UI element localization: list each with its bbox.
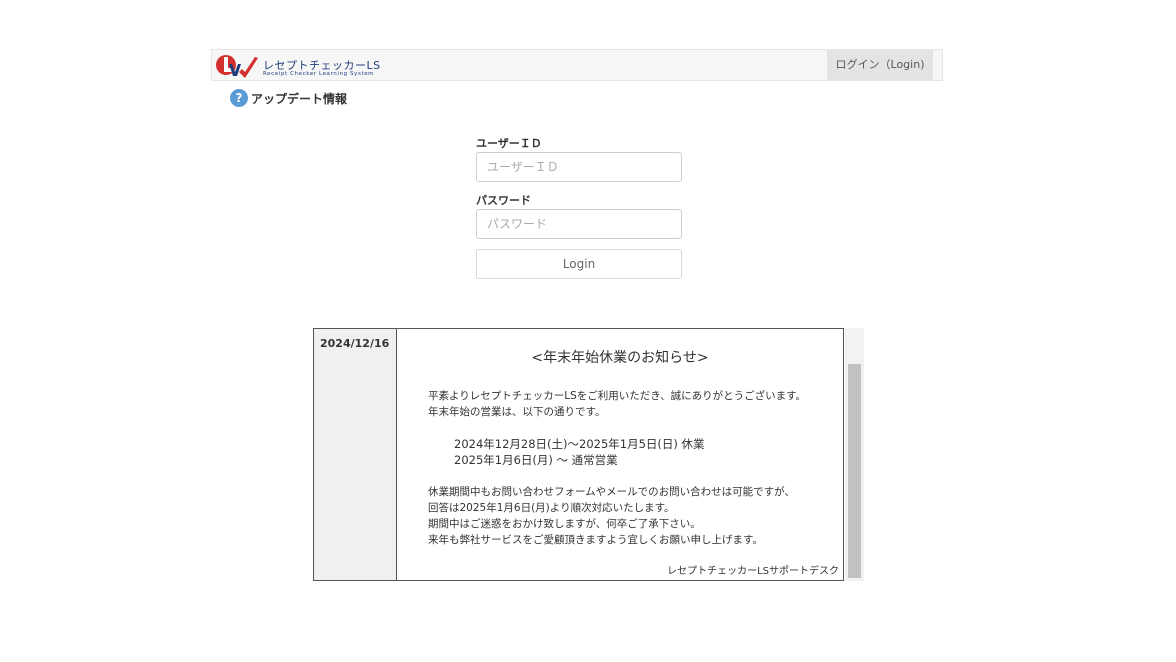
news-title: <年末年始休業のお知らせ> bbox=[531, 350, 709, 366]
logo-subtitle: Receipt Checker Learning System bbox=[263, 71, 375, 77]
update-info-label: アップデート情報 bbox=[251, 91, 348, 106]
news-line: 回答は2025年1月6日(月)より順次対応いたします。 bbox=[428, 502, 675, 514]
user-id-label: ユーザーＩＤ bbox=[476, 137, 542, 150]
scroll-thumb[interactable] bbox=[848, 364, 861, 578]
header-login-link[interactable]: ログイン（Login) bbox=[827, 50, 933, 80]
logo-mark-icon bbox=[216, 55, 258, 78]
news-line bbox=[428, 468, 806, 484]
news-panel: 2024/12/16 <年末年始休業のお知らせ> 平素よりレセプトチェッカーLS… bbox=[313, 328, 844, 581]
login-form: ユーザーＩＤ パスワード Login bbox=[476, 135, 682, 279]
news-body: <年末年始休業のお知らせ> 平素よりレセプトチェッカーLSをご利用いただき、誠に… bbox=[397, 329, 843, 580]
news-line: 2024年12月28日(土)～2025年1月5日(日) 休業 bbox=[454, 437, 705, 451]
update-info-link[interactable]: ? アップデート情報 bbox=[230, 89, 347, 107]
header-bar: レセプトチェッカーLS Receipt Checker Learning Sys… bbox=[211, 49, 943, 81]
news-line bbox=[428, 420, 806, 436]
news-line: 休業期間中もお問い合わせフォームやメールでのお問い合わせは可能ですが、 bbox=[428, 486, 795, 498]
password-input[interactable] bbox=[476, 209, 682, 239]
news-line: 年末年始の営業は、以下の通りです。 bbox=[428, 406, 606, 418]
login-button[interactable]: Login bbox=[476, 249, 682, 279]
login-page: レセプトチェッカーLS Receipt Checker Learning Sys… bbox=[0, 0, 1176, 662]
news-text: 平素よりレセプトチェッカーLSをご利用いただき、誠にありがとうございます。 年末… bbox=[428, 388, 806, 548]
news-date-column: 2024/12/16 bbox=[314, 329, 397, 580]
news-scrollbar[interactable] bbox=[845, 328, 864, 581]
scroll-down-icon[interactable] bbox=[845, 571, 864, 581]
app-logo[interactable]: レセプトチェッカーLS Receipt Checker Learning Sys… bbox=[215, 52, 380, 80]
news-line: 平素よりレセプトチェッカーLSをご利用いただき、誠にありがとうございます。 bbox=[428, 390, 807, 402]
scroll-up-icon[interactable] bbox=[845, 328, 864, 338]
user-id-input[interactable] bbox=[476, 152, 682, 182]
news-line: 期間中はご迷惑をおかけ致しますが、何卒ご了承下さい。 bbox=[428, 518, 701, 530]
news-line: 2025年1月6日(月) ～ 通常営業 bbox=[454, 453, 618, 467]
news-line: 来年も弊社サービスをご愛顧頂きますよう宜しくお願い申し上げます。 bbox=[428, 534, 763, 546]
news-date: 2024/12/16 bbox=[320, 337, 390, 350]
news-signature: レセプトチェッカーLSサポートデスク bbox=[667, 566, 839, 577]
question-icon: ? bbox=[230, 89, 248, 107]
password-label: パスワード bbox=[476, 194, 531, 207]
